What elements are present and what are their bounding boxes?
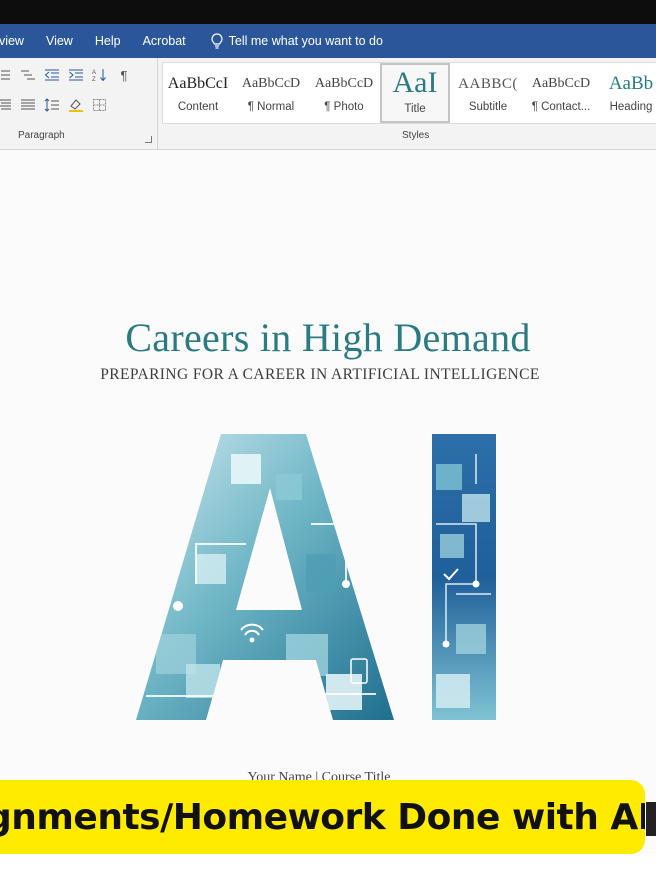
style-preview: AaBb xyxy=(608,73,654,94)
style-name: Title xyxy=(404,103,426,115)
style-preview: AaBbCcD xyxy=(241,76,301,91)
screen-edge xyxy=(646,802,656,836)
tell-me-label: Tell me what you want to do xyxy=(228,34,383,48)
line-spacing-icon[interactable] xyxy=(44,98,60,112)
pilcrow-icon[interactable]: ¶ xyxy=(116,68,132,83)
style-title[interactable]: AaI Title xyxy=(380,63,450,123)
style-content[interactable]: AaBbCcI Content xyxy=(163,63,233,123)
sort-icon[interactable]: AZ xyxy=(92,68,108,82)
ai-letters-graphic[interactable] xyxy=(136,434,498,720)
lightbulb-icon xyxy=(211,33,223,49)
styles-gallery: AaBbCcI Content AaBbCcD ¶ Normal AaBbCcD… xyxy=(162,62,656,124)
document-subtitle[interactable]: PREPARING FOR A CAREER IN ARTIFICIAL INT… xyxy=(0,366,640,384)
tab-review[interactable]: eview xyxy=(0,24,35,58)
ribbon-tab-bar: eview View Help Acrobat Tell me what you… xyxy=(0,24,656,58)
shading-icon[interactable] xyxy=(68,98,84,112)
style-preview: AABBC( xyxy=(458,76,518,92)
word-window: eview View Help Acrobat Tell me what you… xyxy=(0,0,656,874)
bottom-strip xyxy=(0,854,656,874)
style-preview: AaBbCcD xyxy=(531,76,591,91)
borders-icon[interactable] xyxy=(92,98,108,112)
style-photo[interactable]: AaBbCcD ¶ Photo xyxy=(309,63,379,123)
style-preview: AaI xyxy=(392,66,438,99)
increase-indent-icon[interactable] xyxy=(68,68,84,82)
screen-bezel xyxy=(0,0,656,24)
style-name: ¶ Normal xyxy=(247,101,295,113)
multilevel-list-icon[interactable] xyxy=(20,68,36,82)
decrease-indent-icon[interactable] xyxy=(44,68,60,82)
tell-me-search[interactable]: Tell me what you want to do xyxy=(197,33,383,49)
tab-help[interactable]: Help xyxy=(84,24,132,58)
style-name: Subtitle xyxy=(468,101,508,113)
svg-text:Z: Z xyxy=(92,77,96,82)
style-name: ¶ Contact... xyxy=(531,101,591,113)
style-name: Content xyxy=(177,101,219,113)
paragraph-dialog-launcher-icon[interactable] xyxy=(145,136,152,143)
paragraph-group-label: Paragraph xyxy=(18,130,65,141)
style-normal[interactable]: AaBbCcD ¶ Normal xyxy=(235,63,307,123)
style-name: ¶ Photo xyxy=(324,101,364,113)
tab-view[interactable]: View xyxy=(35,24,84,58)
style-preview: AaBbCcI xyxy=(167,75,229,92)
caption-banner: gnments/Homework Done with AHB xyxy=(0,780,645,854)
style-subtitle[interactable]: AABBC( Subtitle xyxy=(453,63,523,123)
ribbon-home: AZ ¶ Paragraph AaBbCcI Content AaBbCcD ¶… xyxy=(0,58,656,150)
paragraph-group: AZ ¶ Paragraph xyxy=(0,58,158,150)
justify-icon[interactable] xyxy=(20,98,36,112)
svg-text:A: A xyxy=(92,70,96,76)
document-page[interactable]: Careers in High Demand PREPARING FOR A C… xyxy=(0,150,656,874)
style-contact[interactable]: AaBbCcD ¶ Contact... xyxy=(525,63,597,123)
caption-banner-text: gnments/Homework Done with AHB xyxy=(0,796,645,838)
align-right-icon[interactable] xyxy=(0,98,12,112)
tab-acrobat[interactable]: Acrobat xyxy=(132,24,197,58)
bullets-icon[interactable] xyxy=(0,68,12,82)
styles-group-label: Styles xyxy=(402,130,430,141)
style-heading[interactable]: AaBb Heading xyxy=(599,63,656,123)
style-preview: AaBbCcD xyxy=(314,76,374,91)
style-name: Heading xyxy=(609,101,653,113)
document-title[interactable]: Careers in High Demand xyxy=(0,314,656,361)
